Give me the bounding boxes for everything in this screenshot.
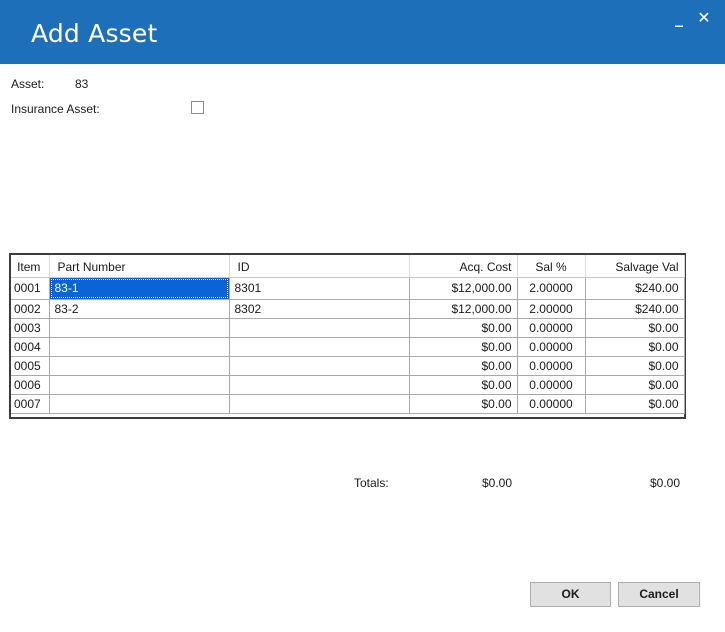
insurance-asset-checkbox[interactable] <box>191 101 204 114</box>
cell-acq-cost[interactable]: $0.00 <box>409 375 518 395</box>
col-header-salvage-val[interactable]: Salvage Val <box>585 255 685 278</box>
cell-salvage-val[interactable]: $0.00 <box>585 356 685 376</box>
insurance-asset-label: Insurance Asset: <box>11 102 100 116</box>
title-bar: Add Asset _ ✕ <box>0 0 725 64</box>
cell-item[interactable]: 0004 <box>11 337 50 357</box>
asset-label: Asset: <box>11 77 45 91</box>
cell-part-number[interactable] <box>49 375 230 395</box>
cell-acq-cost[interactable]: $12,000.00 <box>409 299 518 319</box>
cell-item[interactable]: 0006 <box>11 375 50 395</box>
cell-acq-cost[interactable]: $0.00 <box>409 337 518 357</box>
cell-part-number[interactable]: 83-2 <box>49 299 230 319</box>
col-header-item[interactable]: Item <box>11 255 50 278</box>
cell-part-number-text: 83-1 <box>50 278 228 298</box>
col-header-acq-cost[interactable]: Acq. Cost <box>409 255 518 278</box>
col-header-id[interactable]: ID <box>229 255 410 278</box>
asset-items-grid[interactable]: Item Part Number ID Acq. Cost Sal % Salv… <box>9 253 686 419</box>
cell-salvage-val[interactable]: $0.00 <box>585 337 685 357</box>
table-row[interactable]: 0002 83-2 8302 $12,000.00 2.00000 $240.0… <box>11 299 685 319</box>
cell-salvage-val[interactable]: $240.00 <box>585 299 685 319</box>
window-title: Add Asset <box>31 19 158 48</box>
table-row[interactable]: 0001 83-1 8301 $12,000.00 2.00000 $240.0… <box>11 277 685 300</box>
close-icon[interactable]: ✕ <box>694 8 714 28</box>
cell-sal-pct[interactable]: 0.00000 <box>517 318 586 338</box>
cell-acq-cost[interactable]: $12,000.00 <box>409 277 518 300</box>
col-header-part-number[interactable]: Part Number <box>49 255 230 278</box>
cell-acq-cost[interactable]: $0.00 <box>409 394 518 414</box>
cell-salvage-val[interactable]: $240.00 <box>585 277 685 300</box>
cell-salvage-val[interactable]: $0.00 <box>585 394 685 414</box>
cell-item[interactable]: 0001 <box>11 277 50 300</box>
cell-part-number[interactable] <box>49 318 230 338</box>
table-row[interactable]: 0006 $0.00 0.00000 $0.00 <box>11 375 685 395</box>
cell-salvage-val[interactable]: $0.00 <box>585 318 685 338</box>
cell-id[interactable] <box>229 394 410 414</box>
total-salvage-val: $0.00 <box>649 476 680 490</box>
cell-id[interactable]: 8302 <box>229 299 410 319</box>
cell-item[interactable]: 0002 <box>11 299 50 319</box>
cell-item[interactable]: 0007 <box>11 394 50 414</box>
asset-value: 83 <box>75 77 89 91</box>
cell-part-number[interactable] <box>49 337 230 357</box>
table-row[interactable]: 0007 $0.00 0.00000 $0.00 <box>11 394 685 414</box>
cell-sal-pct[interactable]: 2.00000 <box>517 299 586 319</box>
cell-id[interactable] <box>229 356 410 376</box>
cell-salvage-val[interactable]: $0.00 <box>585 375 685 395</box>
cell-item[interactable]: 0003 <box>11 318 50 338</box>
col-header-sal-pct[interactable]: Sal % <box>517 255 586 278</box>
table-row[interactable]: 0005 $0.00 0.00000 $0.00 <box>11 356 685 376</box>
cell-item[interactable]: 0005 <box>11 356 50 376</box>
table-header-row: Item Part Number ID Acq. Cost Sal % Salv… <box>11 255 685 278</box>
minimize-icon[interactable]: _ <box>669 8 689 28</box>
cell-sal-pct[interactable]: 0.00000 <box>517 394 586 414</box>
table-row[interactable]: 0003 $0.00 0.00000 $0.00 <box>11 318 685 338</box>
cell-id[interactable] <box>229 337 410 357</box>
cell-part-number[interactable] <box>49 394 230 414</box>
cell-sal-pct[interactable]: 0.00000 <box>517 337 586 357</box>
total-acq-cost: $0.00 <box>481 476 512 490</box>
cell-id[interactable]: 8301 <box>229 277 410 300</box>
totals-label: Totals: <box>354 476 389 490</box>
cell-sal-pct[interactable]: 2.00000 <box>517 277 586 300</box>
cell-acq-cost[interactable]: $0.00 <box>409 318 518 338</box>
cancel-button[interactable]: Cancel <box>618 582 700 607</box>
cell-sal-pct[interactable]: 0.00000 <box>517 375 586 395</box>
cell-sal-pct[interactable]: 0.00000 <box>517 356 586 376</box>
cell-part-number[interactable] <box>49 356 230 376</box>
cell-id[interactable] <box>229 318 410 338</box>
asset-items-table: Item Part Number ID Acq. Cost Sal % Salv… <box>11 255 685 414</box>
cell-id[interactable] <box>229 375 410 395</box>
ok-button[interactable]: OK <box>530 582 611 607</box>
cell-acq-cost[interactable]: $0.00 <box>409 356 518 376</box>
cell-part-number-selected[interactable]: 83-1 <box>49 277 230 300</box>
table-row[interactable]: 0004 $0.00 0.00000 $0.00 <box>11 337 685 357</box>
